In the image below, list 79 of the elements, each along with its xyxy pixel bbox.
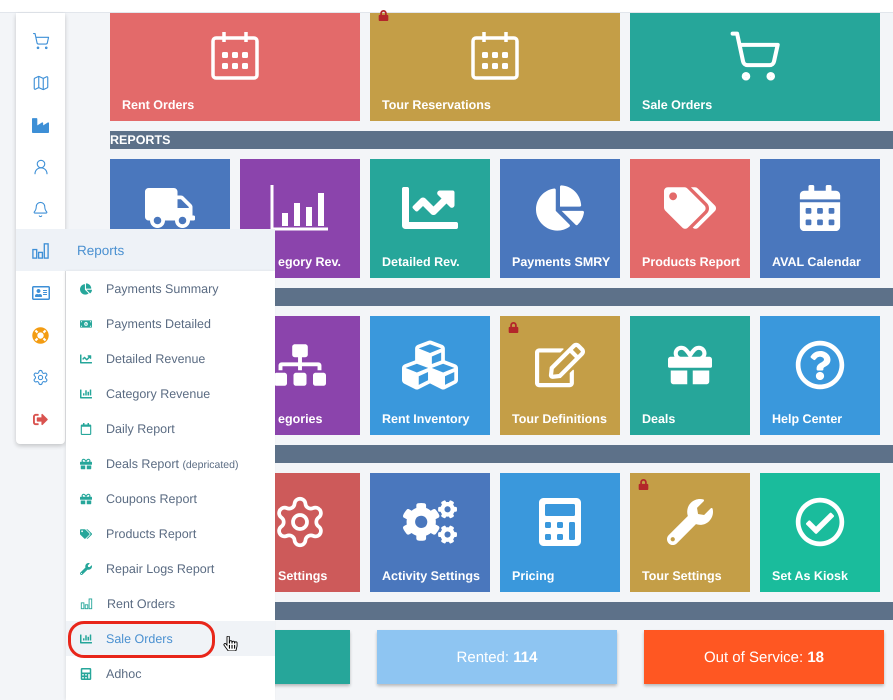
tile-label: Tour Settings: [642, 569, 722, 583]
tile-label: Detailed Rev.: [382, 255, 460, 269]
sidebar-item[interactable]: [32, 200, 49, 218]
tile-label: Rent Inventory: [382, 412, 470, 426]
tile-label: AVAL Calendar: [772, 255, 861, 269]
sidebar-item[interactable]: [33, 412, 48, 426]
tile[interactable]: Set As Kiosk: [760, 473, 880, 592]
status-text: Out of Service: 18: [704, 648, 824, 666]
tile[interactable]: Pricing: [500, 473, 620, 592]
calendar-icon: [80, 422, 92, 434]
tile[interactable]: Help Center: [760, 316, 880, 435]
tile[interactable]: Tour Definitions: [500, 316, 620, 435]
tile-label: Payments SMRY: [512, 255, 610, 269]
tile[interactable]: Sale Orders: [630, 13, 880, 121]
status-text: Rented: 114: [456, 648, 538, 666]
tile[interactable]: Activity Settings: [370, 473, 490, 592]
gear-icon: [32, 368, 49, 386]
bar-chart-icon: [31, 240, 50, 260]
calendar-icon: [797, 184, 843, 230]
tile[interactable]: AVAL Calendar: [760, 159, 880, 278]
cart-icon: [728, 29, 782, 83]
tile[interactable]: Rent Orders: [110, 13, 360, 121]
menu-item[interactable]: Sale Orders: [66, 621, 275, 656]
gift-icon: [80, 458, 92, 470]
flyout-title[interactable]: Reports: [77, 242, 124, 258]
tile-label: egories: [278, 412, 322, 426]
tile-label: Rent Orders: [122, 98, 194, 112]
cart-icon: [32, 32, 50, 50]
sign-out-icon: [33, 412, 48, 426]
calculator-icon: [536, 498, 584, 546]
tags-icon: [80, 528, 92, 540]
tile-label: Help Center: [772, 412, 842, 426]
tile-label: Sale Orders: [642, 98, 712, 112]
section-title: REPORTS: [110, 133, 170, 147]
lifebuoy-icon: [32, 326, 49, 344]
tile-label: Pricing: [512, 569, 554, 583]
line-chart-icon: [80, 352, 92, 364]
sidebar-item[interactable]: [32, 158, 50, 176]
tile[interactable]: Deals: [630, 316, 750, 435]
tile[interactable]: Tour Reservations: [370, 13, 620, 121]
menu-item[interactable]: Adhoc: [66, 656, 275, 691]
tile-label: Set As Kiosk: [772, 569, 848, 583]
tile[interactable]: Products Report: [630, 159, 750, 278]
tile-label: Products Report: [642, 255, 740, 269]
sidebar-item[interactable]: [32, 116, 49, 134]
bar-chart-icon: [80, 632, 92, 644]
sidebar-item[interactable]: [32, 326, 49, 344]
tile[interactable]: Rent Inventory: [370, 316, 490, 435]
tile[interactable]: Tour Settings: [630, 473, 750, 592]
id-card-icon: [32, 284, 50, 302]
bell-icon: [32, 200, 49, 218]
sidebar-item[interactable]: [32, 368, 49, 386]
tile-label: Settings: [278, 569, 328, 583]
calendar-icon: [469, 30, 521, 82]
sidebar-item[interactable]: [32, 32, 50, 50]
tile-label: Deals: [642, 412, 676, 426]
pie-chart-icon: [536, 184, 584, 232]
sidebar-item[interactable]: [32, 284, 50, 302]
tile-label: Tour Definitions: [512, 412, 607, 426]
pie-chart-icon: [80, 282, 92, 294]
map-icon: [32, 74, 50, 92]
calendar-icon: [209, 30, 261, 82]
bar-chart-icon: [270, 184, 330, 230]
bar-chart-icon: [80, 597, 93, 610]
help-icon: [795, 340, 845, 390]
bar-chart-icon: [80, 388, 92, 400]
sidebar-item[interactable]: [32, 74, 50, 92]
wrench-icon: [667, 498, 713, 544]
tile[interactable]: Detailed Rev.: [370, 159, 490, 278]
tile-label: Activity Settings: [382, 569, 480, 583]
tile-label: egory Rev.: [278, 255, 341, 269]
tile[interactable]: Payments SMRY: [500, 159, 620, 278]
tile-label: Tour Reservations: [382, 98, 491, 112]
calculator-icon: [80, 668, 92, 680]
wrench-icon: [80, 562, 92, 574]
factory-icon: [32, 116, 49, 134]
user-icon: [32, 158, 50, 176]
gift-icon: [80, 492, 92, 504]
money-icon: [80, 318, 92, 330]
